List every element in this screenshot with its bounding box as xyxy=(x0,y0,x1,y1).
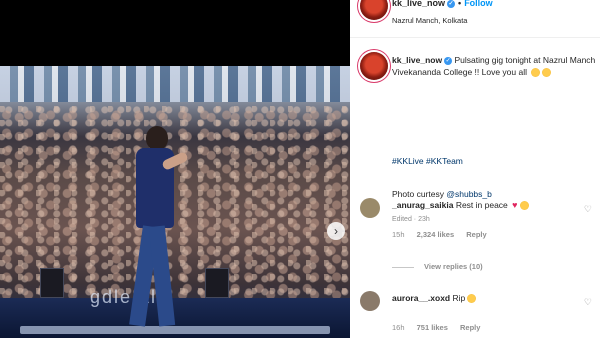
commenter-avatar[interactable] xyxy=(360,198,380,218)
post-media: gdle al › xyxy=(0,0,350,338)
author-username[interactable]: kk_live_now xyxy=(392,0,445,8)
credit-mention-link[interactable]: @shubbs_b xyxy=(446,189,492,199)
comment-meta: 15h 2,324 likes Reply xyxy=(392,230,497,239)
comment-time: 15h xyxy=(392,230,405,239)
like-heart-icon[interactable]: ♡ xyxy=(584,297,592,308)
caption-text: kk_live_now ✓ Pulsating gig tonight at Na… xyxy=(392,54,598,78)
sad-face-emoji-icon xyxy=(531,68,541,78)
caption-username[interactable]: kk_live_now xyxy=(392,55,442,65)
concert-photo: gdle al xyxy=(0,66,350,338)
sad-face-emoji-icon xyxy=(542,68,552,78)
photo-credit: Photo curtesy @shubbs_b xyxy=(392,189,492,199)
post-header: kk_live_now ✓ • Follow Nazrul Manch, Kolkat… xyxy=(350,0,600,38)
comment-time: 16h xyxy=(392,323,405,332)
follow-button[interactable]: Follow xyxy=(464,0,493,8)
view-replies-button[interactable]: View replies (10) xyxy=(392,262,483,271)
comment-meta: 16h 751 likes Reply xyxy=(392,323,490,332)
comment-likes[interactable]: 751 likes xyxy=(417,323,448,332)
red-heart-emoji-icon: ♥ xyxy=(512,200,518,211)
comment-text: _anurag_saikia Rest in peace ♥ xyxy=(392,200,529,211)
speaker xyxy=(40,268,64,298)
comment-body: Rip xyxy=(452,293,466,303)
singer xyxy=(120,126,190,336)
speaker xyxy=(205,268,229,298)
sad-face-emoji-icon xyxy=(467,294,477,304)
comment-likes[interactable]: 2,324 likes xyxy=(417,230,455,239)
comment-body: Rest in peace xyxy=(455,200,508,210)
carousel-next-button[interactable]: › xyxy=(327,222,345,240)
verified-badge-icon: ✓ xyxy=(444,56,453,65)
commenter-avatar[interactable] xyxy=(360,291,380,311)
like-heart-icon[interactable]: ♡ xyxy=(584,204,592,215)
commenter-username[interactable]: _anurag_saikia xyxy=(392,200,453,210)
caption-avatar[interactable] xyxy=(360,52,388,80)
commenter-username[interactable]: aurora__.xoxd xyxy=(392,293,450,303)
verified-badge-icon: ✓ xyxy=(447,0,456,8)
separator-dot: • xyxy=(458,0,462,8)
comment-text: aurora__.xoxd Rip xyxy=(392,293,477,304)
post-details-panel: kk_live_now ✓ • Follow Nazrul Manch, Kolkat… xyxy=(350,0,600,338)
sad-face-emoji-icon xyxy=(519,201,529,211)
reply-button[interactable]: Reply xyxy=(460,323,480,332)
credit-prefix: Photo curtesy xyxy=(392,189,444,199)
author-avatar[interactable] xyxy=(360,0,388,20)
author-line: kk_live_now ✓ • Follow xyxy=(392,0,493,8)
post-location[interactable]: Nazrul Manch, Kolkata xyxy=(392,16,467,25)
stage-lights xyxy=(0,66,350,102)
reply-button[interactable]: Reply xyxy=(466,230,486,239)
caption-hashtags[interactable]: #KKLive #KKTeam xyxy=(392,156,463,166)
edited-timestamp: Edited · 23h xyxy=(392,216,430,223)
